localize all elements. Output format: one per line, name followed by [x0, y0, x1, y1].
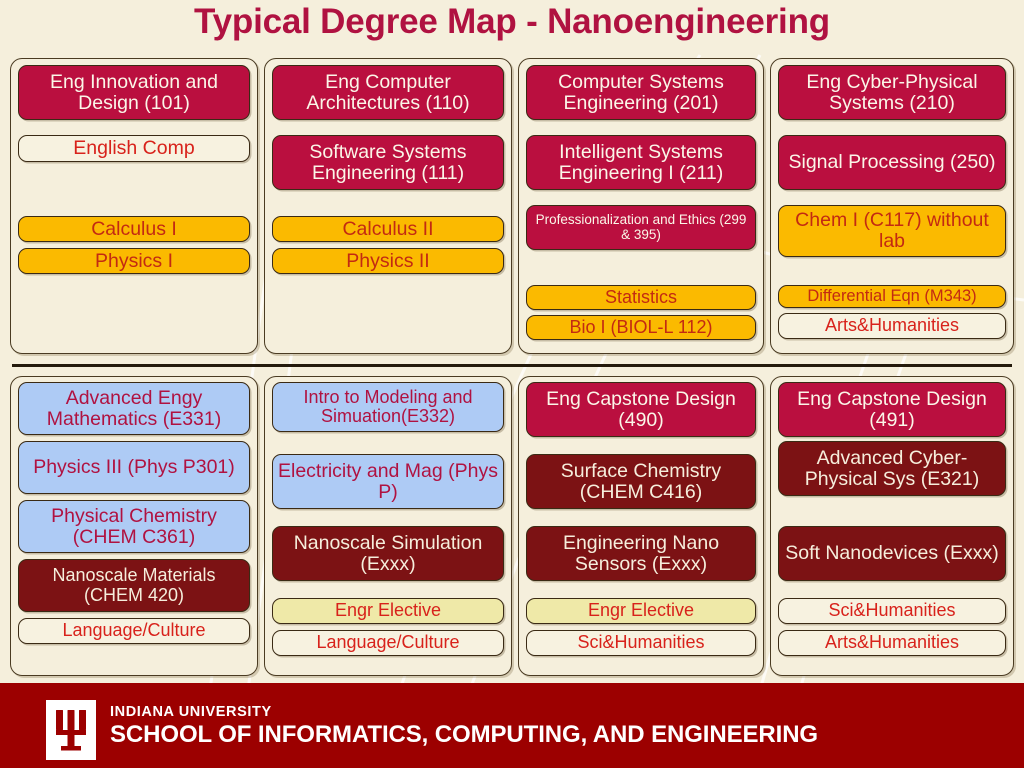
course-box[interactable]: Nanoscale Materials (CHEM 420) [18, 559, 250, 612]
footer-band: INDIANA UNIVERSITY SCHOOL OF INFORMATICS… [0, 683, 1024, 768]
course-label: Calculus I [91, 217, 177, 240]
course-label: Intelligent Systems Engineering I (211) [558, 140, 724, 184]
course-label: Arts&Humanities [824, 315, 960, 336]
page-title: Typical Degree Map - Nanoengineering [194, 2, 830, 41]
course-label: Calculus II [342, 217, 434, 240]
course-box[interactable]: Physics I [18, 248, 250, 274]
panel-semester-1: Eng Innovation and Design (101) English C… [10, 58, 258, 354]
course-box[interactable]: Arts&Humanities [778, 313, 1006, 339]
course-label: Arts&Humanities [824, 632, 960, 653]
course-box[interactable]: Advanced Cyber-Physical Sys (E321) [778, 441, 1006, 496]
course-box[interactable]: Statistics [526, 285, 756, 310]
course-box[interactable]: Intro to Modeling and Simuation(E332) [272, 382, 504, 432]
panel-semester-3: Computer Systems Engineering (201) Intell… [518, 58, 764, 354]
course-box[interactable]: Engineering Nano Sensors (Exxx) [526, 526, 756, 581]
panel-semester-8: Eng Capstone Design (491) Advanced Cyber-… [770, 376, 1014, 676]
course-label: Nanoscale Materials (CHEM 420) [52, 565, 216, 605]
course-box[interactable]: Eng Innovation and Design (101) [18, 65, 250, 120]
course-box[interactable]: Physics III (Phys P301) [18, 441, 250, 494]
course-box[interactable]: Eng Cyber-Physical Systems (210) [778, 65, 1006, 120]
course-box[interactable]: Engr Elective [526, 598, 756, 624]
panel-semester-2: Eng Computer Architectures (110) Software… [264, 58, 512, 354]
course-box[interactable]: Calculus II [272, 216, 504, 242]
course-box[interactable]: Eng Computer Architectures (110) [272, 65, 504, 120]
course-label: Sci&Humanities [577, 632, 705, 653]
course-box[interactable]: Physics II [272, 248, 504, 274]
course-label: Sci&Humanities [828, 600, 956, 621]
course-label: Chem I (C117) without lab [795, 209, 989, 252]
panel-semester-4: Eng Cyber-Physical Systems (210) Signal P… [770, 58, 1014, 354]
course-box[interactable]: Soft Nanodevices (Exxx) [778, 526, 1006, 581]
course-label: English Comp [73, 137, 195, 160]
course-box[interactable]: Software Systems Engineering (111) [272, 135, 504, 190]
course-label: Professionalization and Ethics (299 & 39… [535, 212, 747, 242]
course-label: Physics I [94, 249, 174, 272]
course-label: Advanced Cyber-Physical Sys (E321) [804, 446, 980, 490]
course-label: Statistics [604, 286, 678, 307]
course-box[interactable]: English Comp [18, 135, 250, 162]
course-label: Signal Processing (250) [788, 151, 996, 174]
course-box[interactable]: Advanced Engy Mathematics (E331) [18, 382, 250, 435]
row-divider [12, 364, 1012, 367]
course-label: Nanoscale Simulation (Exxx) [293, 531, 483, 575]
course-box[interactable]: Arts&Humanities [778, 630, 1006, 656]
course-box[interactable]: Sci&Humanities [526, 630, 756, 656]
course-label: Surface Chemistry (CHEM C416) [560, 459, 722, 503]
degree-map-slide: Typical Degree Map - Nanoengineering Eng… [0, 0, 1024, 768]
course-box[interactable]: Engr Elective [272, 598, 504, 624]
course-label: Physics II [346, 249, 430, 272]
course-box[interactable]: Professionalization and Ethics (299 & 39… [526, 205, 756, 250]
course-box[interactable]: Signal Processing (250) [778, 135, 1006, 190]
course-label: Language/Culture [62, 620, 206, 641]
course-label: Engr Elective [587, 600, 695, 621]
course-box[interactable]: Intelligent Systems Engineering I (211) [526, 135, 756, 190]
course-box[interactable]: Sci&Humanities [778, 598, 1006, 624]
panel-semester-7: Eng Capstone Design (490) Surface Chemist… [518, 376, 764, 676]
course-box[interactable]: Language/Culture [18, 618, 250, 644]
course-label: Soft Nanodevices (Exxx) [785, 542, 999, 565]
course-label: Computer Systems Engineering (201) [558, 70, 724, 114]
panel-semester-6: Intro to Modeling and Simuation(E332) Ele… [264, 376, 512, 676]
footer-school-name: SCHOOL OF INFORMATICS, COMPUTING, AND EN… [110, 721, 818, 748]
course-box[interactable]: Surface Chemistry (CHEM C416) [526, 454, 756, 509]
course-box[interactable]: Eng Capstone Design (491) [778, 382, 1006, 437]
course-label: Software Systems Engineering (111) [309, 140, 467, 184]
course-label: Intro to Modeling and Simuation(E332) [303, 386, 473, 426]
footer-university-name: INDIANA UNIVERSITY [110, 704, 272, 720]
course-label: Differential Eqn (M343) [807, 286, 977, 305]
iu-trident-logo-icon [46, 700, 96, 760]
course-box[interactable]: Nanoscale Simulation (Exxx) [272, 526, 504, 581]
panel-semester-5: Advanced Engy Mathematics (E331) Physics … [10, 376, 258, 676]
course-label: Advanced Engy Mathematics (E331) [46, 386, 222, 430]
course-box[interactable]: Language/Culture [272, 630, 504, 656]
course-label: Language/Culture [316, 632, 460, 653]
course-label: Eng Capstone Design (491) [797, 387, 987, 431]
course-label: Electricity and Mag (Phys P) [278, 459, 498, 503]
course-label: Engr Elective [334, 600, 442, 621]
course-label: Engineering Nano Sensors (Exxx) [562, 531, 720, 575]
course-box[interactable]: Physical Chemistry (CHEM C361) [18, 500, 250, 553]
course-box[interactable]: Electricity and Mag (Phys P) [272, 454, 504, 509]
course-label: Bio I (BIOL-L 112) [569, 316, 713, 337]
course-label: Physics III (Phys P301) [33, 456, 235, 479]
course-label: Physical Chemistry (CHEM C361) [51, 504, 217, 548]
course-box[interactable]: Eng Capstone Design (490) [526, 382, 756, 437]
course-box[interactable]: Chem I (C117) without lab [778, 205, 1006, 257]
course-label: Eng Cyber-Physical Systems (210) [806, 70, 978, 114]
course-box[interactable]: Calculus I [18, 216, 250, 242]
course-label: Eng Innovation and Design (101) [49, 70, 219, 114]
course-box[interactable]: Differential Eqn (M343) [778, 285, 1006, 308]
course-label: Eng Capstone Design (490) [546, 387, 736, 431]
course-box[interactable]: Bio I (BIOL-L 112) [526, 315, 756, 340]
course-label: Eng Computer Architectures (110) [306, 70, 470, 114]
course-box[interactable]: Computer Systems Engineering (201) [526, 65, 756, 120]
